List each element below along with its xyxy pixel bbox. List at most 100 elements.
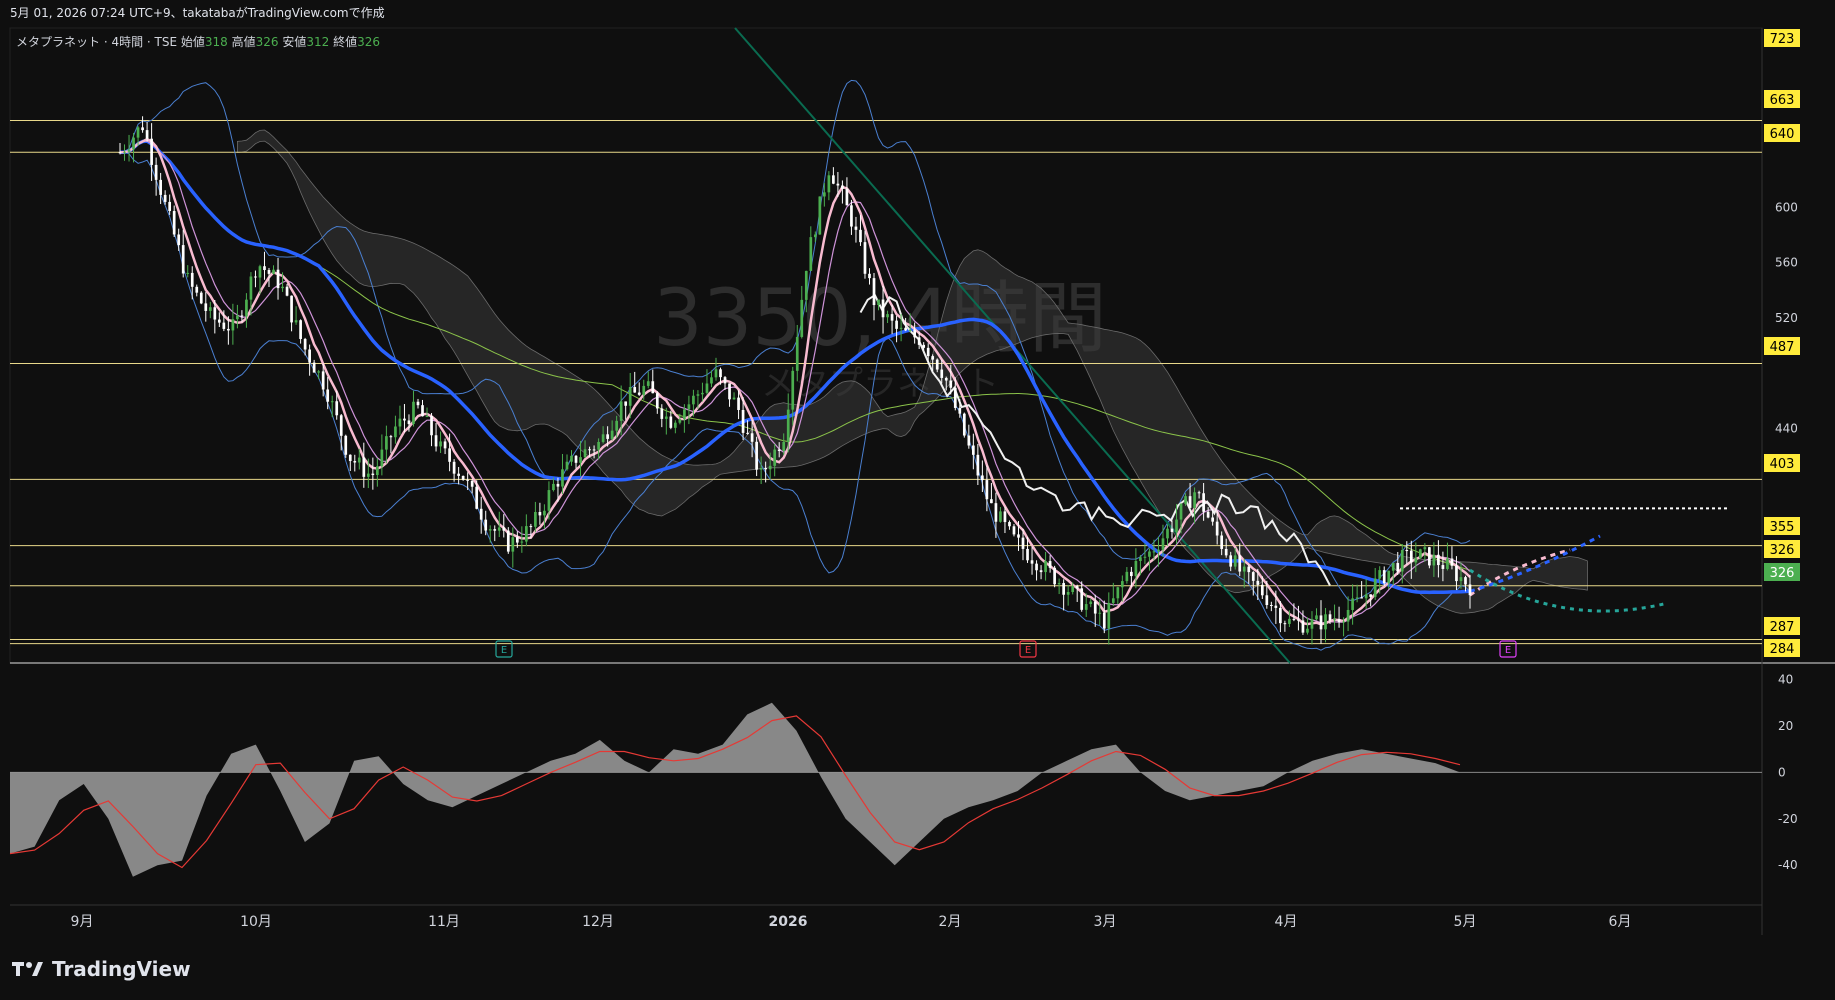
candle-body [601, 434, 605, 442]
candle-body [127, 149, 131, 152]
candle-body [696, 394, 700, 396]
candle-body [660, 408, 664, 419]
price-badge-label: 663 [1770, 93, 1795, 108]
candle-body [610, 430, 614, 439]
candle-body [439, 441, 442, 447]
price-badge-label: 403 [1770, 457, 1795, 472]
candle-body [570, 455, 573, 462]
candle-body [669, 416, 673, 428]
candle-body [935, 359, 939, 370]
candle-body [976, 454, 980, 476]
candle-body [159, 179, 162, 195]
earnings-marker-label: E [1505, 645, 1511, 656]
time-tick-label: 11月 [428, 914, 460, 930]
candle-body [1152, 551, 1156, 553]
candle-body [1396, 563, 1400, 572]
candle-body [475, 486, 479, 509]
candle-body [1224, 548, 1228, 556]
candle-body [1044, 561, 1047, 573]
candle-body [263, 266, 266, 271]
candle-body [308, 349, 311, 363]
candle-body [1093, 601, 1097, 614]
candle-body [1188, 496, 1192, 508]
time-tick-label: 2026 [769, 914, 808, 930]
candle-body [1432, 554, 1436, 566]
tradingview-logo[interactable]: TradingView [12, 957, 191, 981]
candle-body [208, 307, 212, 311]
candle-body [1170, 528, 1174, 532]
candle-body [737, 397, 740, 410]
oscillator-tick-label: -40 [1778, 858, 1798, 872]
candle-body [190, 272, 194, 287]
candle-body [1075, 586, 1079, 589]
candle-body [714, 369, 718, 378]
candle-body [1116, 587, 1120, 599]
candle-body [913, 329, 916, 338]
candle-body [868, 273, 871, 279]
candle-body [597, 441, 600, 450]
candle-body [561, 469, 564, 487]
candle-body [506, 530, 510, 552]
candle-body [606, 434, 609, 439]
candle-body [804, 270, 808, 300]
oscillator-tick-label: 20 [1778, 719, 1793, 733]
candle-body [529, 526, 533, 528]
candle-body [1139, 557, 1142, 561]
candle-body [723, 377, 727, 384]
candle-body [759, 467, 763, 470]
price-badge-label: 355 [1770, 520, 1795, 535]
candle-body [511, 537, 515, 552]
candle-body [1387, 570, 1391, 584]
candle-body [710, 377, 713, 384]
candle-body [962, 413, 966, 436]
candle-body [1437, 554, 1440, 566]
time-tick-label: 3月 [1094, 914, 1117, 930]
candle-body [1342, 621, 1345, 623]
candle-body [380, 449, 384, 467]
candle-body [1233, 555, 1237, 567]
candle-body [227, 328, 230, 331]
candle-body [199, 292, 203, 304]
candle-body [764, 467, 768, 470]
candle-body [1279, 607, 1282, 624]
candle-body [940, 369, 944, 378]
candle-body [543, 510, 546, 516]
candle-body [1193, 492, 1196, 508]
candle-body [1260, 584, 1264, 596]
candle-body [515, 537, 519, 543]
candle-body [195, 286, 199, 293]
chart-svg[interactable]: 3350, 4時間 メタプラネット EEE 40200-20-40 680600… [0, 0, 1835, 1000]
candle-body [999, 511, 1002, 522]
candle-body [1211, 517, 1214, 522]
candle-body [1333, 619, 1336, 621]
candle-body [809, 237, 813, 271]
candle-body [1229, 555, 1233, 567]
candle-body [1355, 597, 1359, 599]
candle-body [348, 454, 352, 462]
price-axis: 6806005605204407236636404874033553263262… [1764, 29, 1800, 657]
candle-body [281, 286, 284, 289]
price-tick-label: 440 [1775, 421, 1798, 435]
candle-body [624, 401, 628, 406]
candle-body [1360, 597, 1363, 599]
candle-body [258, 266, 262, 278]
candle-body [213, 307, 217, 320]
candle-body [1378, 570, 1382, 579]
candle-body [800, 299, 804, 337]
candle-body [520, 541, 524, 543]
candle-body [1048, 561, 1052, 568]
candle-body [1409, 550, 1413, 563]
candle-body [692, 395, 695, 405]
candle-body [556, 483, 560, 487]
candle-body [1292, 618, 1296, 620]
candle-body [863, 242, 867, 274]
candle-body [552, 483, 555, 491]
candle-body [931, 356, 935, 360]
candle-body [362, 457, 366, 477]
candle-body [994, 503, 998, 522]
candle-body [488, 529, 492, 531]
candle-body [701, 392, 704, 395]
candle-body [357, 457, 361, 463]
candle-body [922, 344, 926, 348]
price-badge-label: 287 [1770, 620, 1795, 635]
